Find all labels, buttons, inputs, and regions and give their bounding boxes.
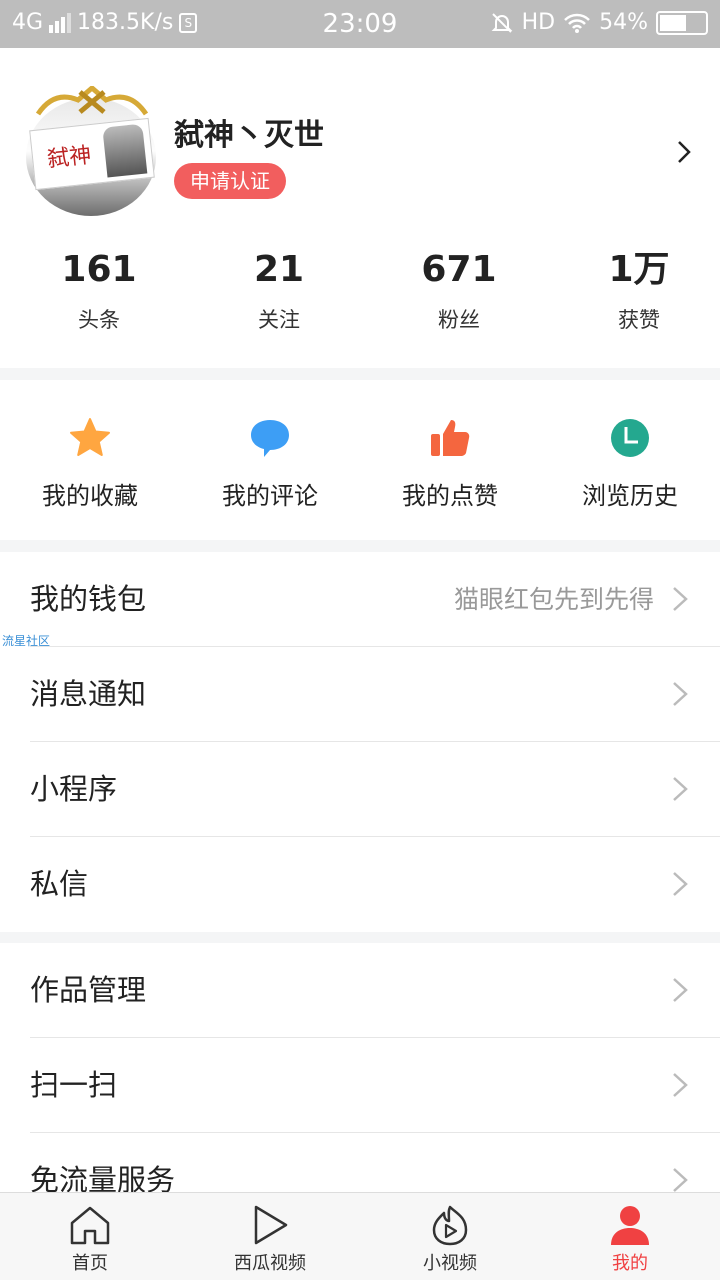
hd-indicator: HD	[521, 10, 556, 35]
profile-stats: 161 头条 21 关注 671 粉丝 1万 获赞	[0, 248, 720, 334]
thumbs-up-icon	[431, 420, 470, 456]
avatar-caption: 弑神	[46, 143, 93, 173]
stat-label: 获赞	[618, 308, 660, 332]
username: 弑神丶灭世	[174, 118, 324, 153]
clock-icon	[611, 419, 649, 457]
chevron-right-icon	[673, 682, 688, 706]
tab-short-video[interactable]: 小视频	[360, 1193, 540, 1280]
stat-label: 头条	[78, 308, 120, 332]
avatar[interactable]: 弑神	[24, 86, 160, 216]
mute-bell-icon	[491, 12, 513, 33]
bottom-tab-bar: 首页 西瓜视频 小视频 我的	[0, 1192, 720, 1280]
apply-certification-button[interactable]: 申请认证	[174, 163, 286, 199]
crown-badge-icon	[35, 86, 149, 116]
status-bar: 4G 183.5K/s S 23:09 HD 54%	[0, 0, 720, 48]
quick-action-label: 我的收藏	[42, 482, 138, 510]
chevron-right-icon	[673, 587, 688, 611]
stat-headlines[interactable]: 161 头条	[18, 248, 180, 334]
menu-private-messages[interactable]: 私信	[0, 837, 720, 932]
stat-value: 161	[61, 249, 137, 290]
profile-card[interactable]: 弑神 弑神丶灭世 申请认证 161 头条 21 关注 671 粉丝 1万 获赞	[0, 48, 720, 368]
person-icon	[611, 1206, 649, 1245]
stat-value: 671	[421, 249, 497, 290]
menu-label: 私信	[30, 867, 89, 901]
star-icon	[70, 418, 110, 456]
comment-bubble-icon	[251, 420, 289, 457]
home-icon	[70, 1206, 110, 1245]
my-likes-button[interactable]: 我的点赞	[360, 380, 540, 540]
tab-label: 小视频	[423, 1253, 477, 1274]
tab-label: 西瓜视频	[234, 1253, 306, 1274]
stat-following[interactable]: 21 关注	[198, 248, 360, 334]
stat-likes[interactable]: 1万 获赞	[558, 248, 720, 334]
menu-wallet[interactable]: 我的钱包 猫眼红包先到先得	[0, 552, 720, 647]
wifi-icon	[564, 13, 590, 33]
wallet-promo-hint: 猫眼红包先到先得	[453, 585, 654, 614]
my-favorites-button[interactable]: 我的收藏	[0, 380, 180, 540]
menu-label: 作品管理	[30, 973, 147, 1007]
stat-label: 关注	[258, 308, 300, 332]
chevron-right-icon	[673, 1168, 688, 1192]
menu-label: 扫一扫	[30, 1068, 118, 1102]
menu-free-data-service[interactable]: 免流量服务	[0, 1133, 720, 1192]
chevron-right-icon[interactable]	[672, 140, 696, 164]
tab-home[interactable]: 首页	[0, 1193, 180, 1280]
quick-actions: 我的收藏 我的评论 我的点赞 浏览历史	[0, 380, 720, 540]
browsing-history-button[interactable]: 浏览历史	[540, 380, 720, 540]
menu-label: 免流量服务	[30, 1163, 176, 1192]
chevron-right-icon	[673, 978, 688, 1002]
avatar-image: 弑神	[29, 117, 155, 191]
play-icon	[254, 1205, 288, 1245]
watermark-text: 流星社区	[2, 634, 51, 648]
tab-label: 我的	[612, 1253, 648, 1274]
stat-value: 21	[253, 249, 305, 290]
flame-play-icon	[432, 1205, 468, 1246]
battery-percent: 54%	[599, 10, 648, 35]
quick-action-label: 浏览历史	[582, 482, 678, 510]
menu-label: 消息通知	[30, 677, 147, 711]
menu-notifications[interactable]: 消息通知	[0, 647, 720, 742]
stat-followers[interactable]: 671 粉丝	[378, 248, 540, 334]
stat-value: 1万	[608, 249, 670, 290]
tab-xigua-video[interactable]: 西瓜视频	[180, 1193, 360, 1280]
chevron-right-icon	[673, 872, 688, 896]
chevron-right-icon	[673, 1073, 688, 1097]
battery-icon	[656, 10, 708, 35]
menu-scan[interactable]: 扫一扫	[0, 1038, 720, 1133]
menu-works-management[interactable]: 作品管理	[0, 943, 720, 1038]
tab-label: 首页	[72, 1253, 108, 1274]
chevron-right-icon	[673, 777, 688, 801]
stat-label: 粉丝	[438, 308, 480, 332]
menu-label: 小程序	[30, 772, 118, 806]
my-comments-button[interactable]: 我的评论	[180, 380, 360, 540]
menu-group-account: 我的钱包 猫眼红包先到先得 消息通知 小程序 私信	[0, 552, 720, 932]
menu-group-tools: 作品管理 扫一扫 免流量服务	[0, 943, 720, 1192]
menu-mini-programs[interactable]: 小程序	[0, 742, 720, 837]
tab-mine[interactable]: 我的	[540, 1193, 720, 1280]
quick-action-label: 我的评论	[222, 482, 318, 510]
quick-action-label: 我的点赞	[402, 482, 498, 510]
